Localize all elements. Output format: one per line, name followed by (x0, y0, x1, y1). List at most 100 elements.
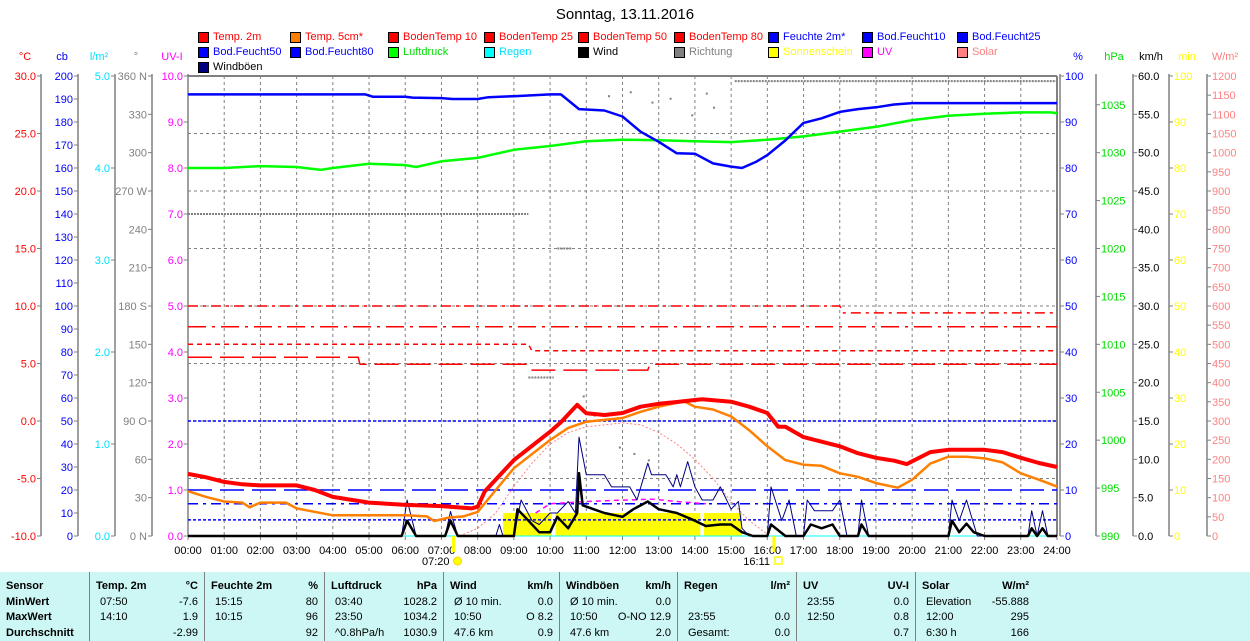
stat-value: 0.8 (893, 611, 909, 623)
axis-tick-label: 300 (1212, 416, 1230, 428)
stat-block-wind: Wind km/h Ø 10 min. 0.0 10:50 O 8.2 47.6 km 0.9 (443, 572, 559, 641)
axis-tick-label: 0.0 (168, 531, 183, 543)
stat-block-temp-2m: Temp. 2m °C 07:50 -7.6 14:10 1.9 -2.99 (89, 572, 204, 641)
row-label: Durchschnitt (6, 626, 74, 639)
stat-row: 92 (205, 626, 324, 641)
axis-tick-label: 60 (135, 454, 147, 466)
axis-tick-label: 50 (61, 416, 73, 428)
axis-tick-label: 40 (1065, 347, 1077, 359)
axis-tick-label: 1010 (1101, 339, 1125, 351)
sunset-icon (774, 556, 783, 565)
row-label: MinWert (6, 595, 50, 608)
stat-sensor-name: Feuchte 2m (211, 580, 273, 592)
axis-tick-label: 40 (61, 439, 73, 451)
sunrise-time: 07:20 (422, 556, 450, 568)
stat-row: 47.6 km 2.0 (560, 626, 677, 641)
axis-tick-label: 70 (61, 370, 73, 382)
axis-tick-label: 200 (55, 71, 73, 83)
axis-tick-label: 2.0 (168, 439, 183, 451)
axis-tick-label: 55.0 (1138, 109, 1159, 121)
axis-tick-label: 650 (1212, 282, 1230, 294)
direction-point (582, 395, 585, 398)
axis-tick-label: 5.0 (168, 301, 183, 313)
axis-unit-kmh: km/h (1139, 51, 1163, 63)
axis-tick-label: 100 (1065, 71, 1083, 83)
axis-tick-label: 0.0 (95, 531, 110, 543)
axis-tick-label: 100 (1212, 493, 1230, 505)
stat-value: 1030.9 (403, 626, 437, 639)
axis-unit-cb: cb (56, 51, 68, 63)
x-tick-label: 21:00 (935, 545, 963, 557)
axis-tick-label: 50.0 (1138, 148, 1159, 160)
x-tick-label: 10:00 (536, 545, 564, 557)
x-tick-label: 23:00 (1007, 545, 1035, 557)
axis-tick-label: 90 (61, 324, 73, 336)
axis-tick-label: 20 (1065, 439, 1077, 451)
direction-point (629, 91, 632, 94)
axis-tick-label: 100 (1174, 71, 1192, 83)
stat-time: 47.6 km (454, 626, 494, 639)
stat-value: 96 (305, 611, 318, 623)
axis-tick-label: 700 (1212, 263, 1230, 275)
axis-tick-label: 5.0 (1138, 493, 1153, 505)
stat-time (211, 626, 215, 641)
axis-tick-label: 30 (1174, 393, 1186, 405)
axis-tick-label: 240 (129, 224, 147, 236)
axis-tick-label: 1000 (1101, 435, 1125, 447)
stat-block-solar: Solar W/m² Elevation -55.888 12:00 295 6:30 h1… (915, 572, 1035, 641)
axis-tick-label: 30 (135, 493, 147, 505)
stat-value: 0.0 (774, 611, 790, 623)
x-tick-label: 01:00 (210, 545, 238, 557)
direction-point (713, 106, 716, 109)
stat-value: 2.0 (655, 626, 671, 639)
axis-tick-label: 450 (1212, 359, 1230, 371)
axis-tick-label: 8.0 (168, 163, 183, 175)
axis-tick-label: 60 (1065, 255, 1077, 267)
axis-tick-label: 200 (1212, 454, 1230, 466)
stat-row: 03:40 1028.2 (325, 595, 443, 611)
axis-tick-label: 15.0 (1138, 416, 1159, 428)
stat-sensor-name: Luftdruck (331, 580, 382, 592)
axis-tick-label: 5.0 (21, 359, 36, 371)
axis-tick-label: 6.0 (168, 255, 183, 267)
axis-tick-label: 210 (129, 263, 147, 275)
stat-time: 6:30 h (926, 626, 957, 639)
stat-time: ^0.8hPa/h (335, 626, 385, 639)
direction-point (608, 95, 611, 98)
x-tick-label: 15:00 (717, 545, 745, 557)
axis-tick-label: 150 (55, 186, 73, 198)
stat-row: -2.99 (90, 626, 204, 641)
axis-tick-label: 10.0 (1138, 454, 1159, 466)
axis-tick-label: 80 (61, 347, 73, 359)
stat-value: 166 (1010, 626, 1029, 639)
stat-row: 47.6 km 0.9 (444, 626, 559, 641)
axis-tick-label: 60.0 (1138, 71, 1159, 83)
stat-time (684, 595, 688, 611)
axis-tick-label: 850 (1212, 205, 1230, 217)
stat-row: 10:50 O-NO 12.9 (560, 610, 677, 626)
axis-tick-label: 3.0 (95, 255, 110, 267)
row-label: Sensor (6, 580, 44, 592)
axis-tick-label: 45.0 (1138, 186, 1159, 198)
axis-tick-label: 35.0 (1138, 263, 1159, 275)
axis-tick-label: 140 (55, 209, 73, 221)
axis-tick-label: -5.0 (17, 474, 36, 486)
direction-point (705, 92, 708, 95)
stat-time: 10:50 (570, 611, 598, 623)
axis-tick-label: 80 (1174, 163, 1186, 175)
axis-tick-label: 550 (1212, 320, 1230, 332)
axis-tick-label: 300 (129, 148, 147, 160)
axis-unit-deg: ° (134, 51, 138, 63)
stat-value: 0.0 (537, 595, 553, 608)
stat-row: Ø 10 min. 0.0 (444, 595, 559, 611)
stat-time: Ø 10 min. (570, 595, 618, 608)
axis-tick-label: 60 (1174, 255, 1186, 267)
stat-time: 12:50 (807, 611, 835, 623)
row-label: MaxWert (6, 611, 52, 623)
axis-tick-label: 40.0 (1138, 224, 1159, 236)
weather-chart: °C 30.0 25.0 20.0 15.0 10.0 5.0 0.0 -5.0 -10.0 cb 2… (11, 51, 1239, 568)
axis-tick-label: 30.0 (1138, 301, 1159, 313)
axis-tick-label: 1200 (1212, 71, 1236, 83)
stat-time: 23:50 (335, 611, 363, 623)
stat-row: 15:15 80 (205, 595, 324, 611)
